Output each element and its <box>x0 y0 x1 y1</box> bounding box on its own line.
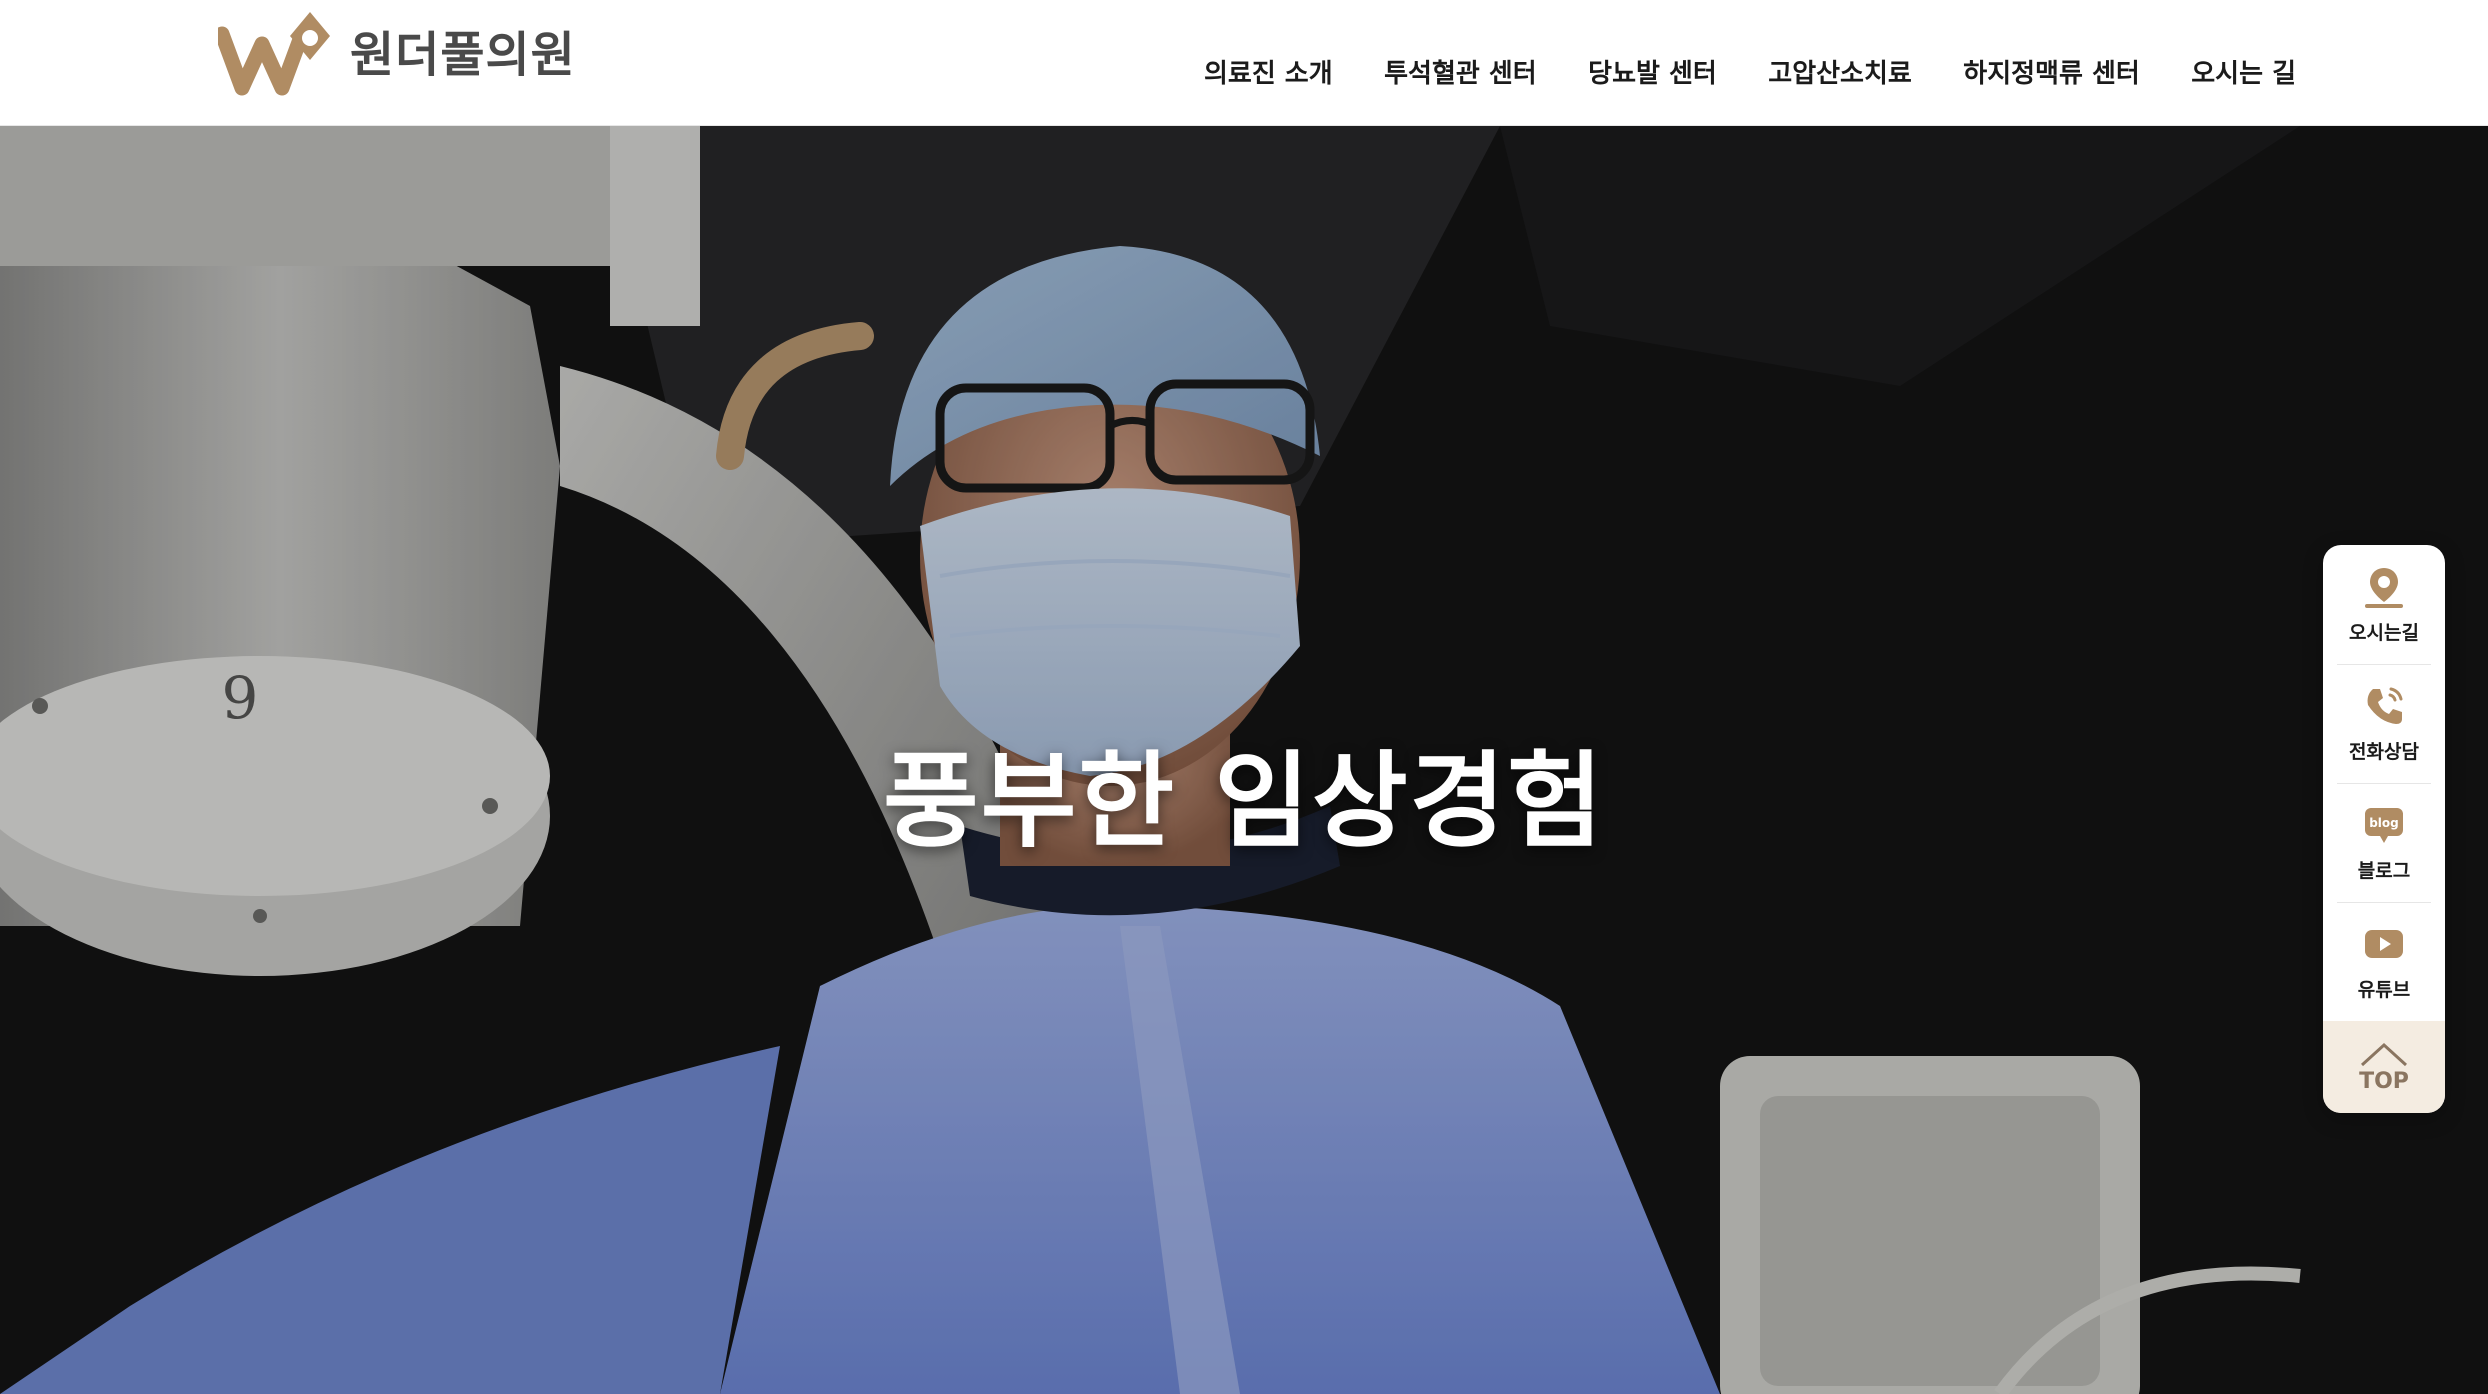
site-header: 원더풀의원 의료진 소개 투석혈관 센터 당뇨발 센터 고압산소치료 하지정맥류… <box>0 0 2488 126</box>
quick-item-phone-consult[interactable]: 전화상담 <box>2323 664 2445 783</box>
youtube-icon <box>2365 930 2403 958</box>
quick-menu: 오시는길 전화상담 blog 블로그 유튜브 TOP <box>2323 545 2445 1113</box>
quick-item-youtube[interactable]: 유튜브 <box>2323 902 2445 1021</box>
nav-item-doctors[interactable]: 의료진 소개 <box>1200 46 1337 102</box>
chevron-up-icon <box>2360 1042 2408 1066</box>
hero-section: 9 풍부한 임상경험 <box>0 126 2488 1394</box>
nav-item-dialysis-vascular-center[interactable]: 투석혈관 센터 <box>1380 46 1541 102</box>
logo-mark-icon <box>218 12 330 96</box>
nav-item-diabetic-foot-center[interactable]: 당뇨발 센터 <box>1584 46 1721 102</box>
blog-icon: blog <box>2365 808 2403 843</box>
nav-item-varicose-vein-center[interactable]: 하지정맥류 센터 <box>1959 46 2144 102</box>
phone-icon <box>2367 687 2403 724</box>
logo-text: 원더풀의원 <box>350 27 576 83</box>
nav-item-directions[interactable]: 오시는 길 <box>2187 46 2300 102</box>
site-logo[interactable]: 원더풀의원 <box>218 4 598 96</box>
scroll-top-label: TOP <box>2359 1068 2409 1094</box>
quick-item-label: 전화상담 <box>2349 741 2419 763</box>
hero-headline: 풍부한 임상경험 <box>883 740 1605 862</box>
quick-item-label: 오시는길 <box>2349 622 2419 644</box>
scroll-top-button[interactable]: TOP <box>2323 1021 2445 1113</box>
main-nav: 의료진 소개 투석혈관 센터 당뇨발 센터 고압산소치료 하지정맥류 센터 오시… <box>1200 46 2300 102</box>
location-pin-icon <box>2365 568 2403 608</box>
quick-item-label: 유튜브 <box>2357 979 2411 1001</box>
nav-item-hyperbaric-oxygen[interactable]: 고압산소치료 <box>1764 46 1916 102</box>
quick-item-blog[interactable]: blog 블로그 <box>2323 783 2445 902</box>
blog-icon-text: blog <box>2369 816 2399 830</box>
quick-item-directions[interactable]: 오시는길 <box>2323 545 2445 664</box>
quick-item-label: 블로그 <box>2357 860 2411 882</box>
